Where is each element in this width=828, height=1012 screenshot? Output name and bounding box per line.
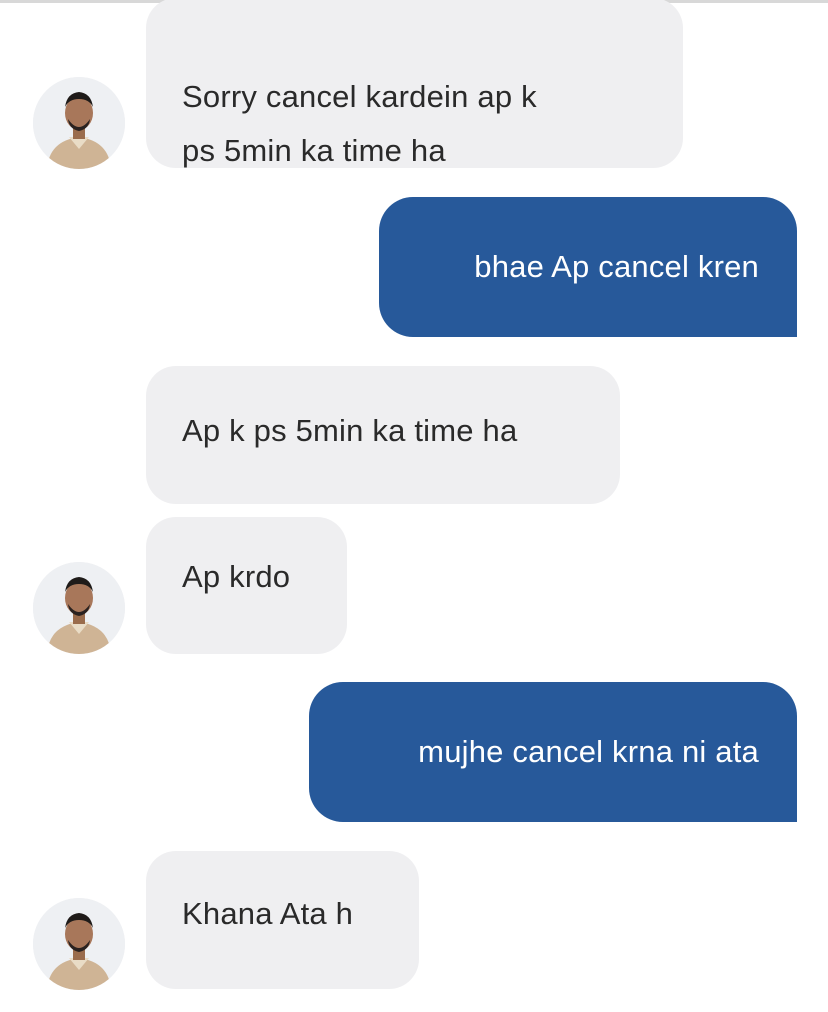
- contact-avatar[interactable]: [33, 77, 125, 169]
- message-text: mujhe cancel krna ni ata: [418, 734, 759, 769]
- outgoing-message-bubble[interactable]: mujhe cancel krna ni ata: [309, 682, 797, 822]
- incoming-message-bubble[interactable]: Sorry cancel kardein ap k ps 5min ka tim…: [146, 0, 683, 168]
- incoming-message-bubble[interactable]: Ap k ps 5min ka time ha: [146, 366, 620, 504]
- contact-avatar[interactable]: [33, 562, 125, 654]
- avatar-photo-icon: [33, 77, 125, 169]
- message-text: Ap krdo: [182, 559, 291, 594]
- message-text: bhae Ap cancel kren: [474, 249, 759, 284]
- message-text: Sorry cancel kardein ap k ps 5min ka tim…: [182, 79, 537, 168]
- message-text: Khana Ata h: [182, 896, 354, 931]
- message-text: Ap k ps 5min ka time ha: [182, 413, 518, 448]
- avatar-photo-icon: [33, 898, 125, 990]
- contact-avatar[interactable]: [33, 898, 125, 990]
- incoming-message-bubble[interactable]: Khana Ata h: [146, 851, 419, 989]
- outgoing-message-bubble[interactable]: bhae Ap cancel kren: [379, 197, 797, 337]
- incoming-message-bubble[interactable]: Ap krdo: [146, 517, 347, 654]
- avatar-photo-icon: [33, 562, 125, 654]
